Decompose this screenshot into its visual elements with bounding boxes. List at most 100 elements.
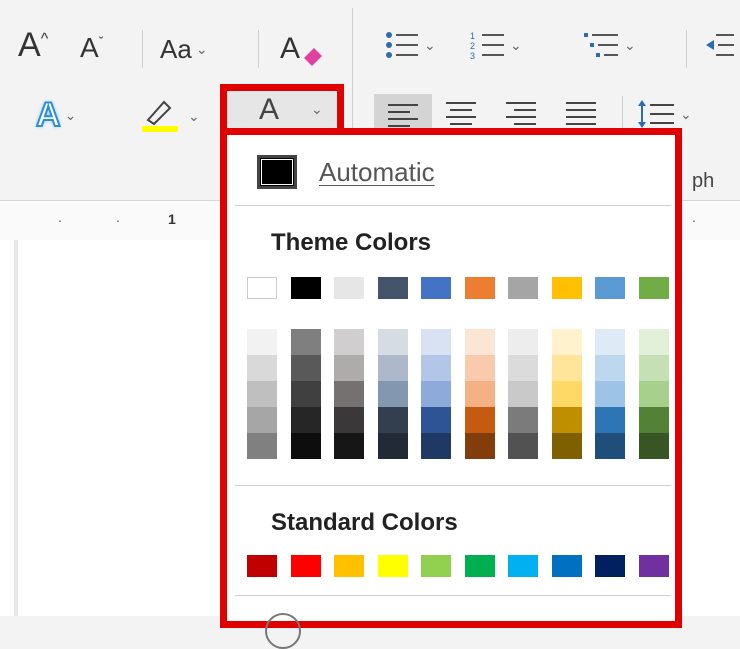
theme-shade-column xyxy=(508,329,538,459)
standard-color-swatch[interactable] xyxy=(638,555,669,577)
theme-color-swatch[interactable] xyxy=(290,277,321,299)
align-right-button[interactable] xyxy=(504,100,538,128)
theme-shade-swatch[interactable] xyxy=(334,329,364,355)
grow-font-button[interactable]: A^ xyxy=(18,26,48,65)
align-center-icon xyxy=(446,102,476,125)
theme-color-swatch[interactable] xyxy=(247,277,277,299)
justify-button[interactable] xyxy=(564,100,598,128)
ruler-mark: 1 xyxy=(168,211,176,227)
standard-color-swatch[interactable] xyxy=(508,555,538,577)
theme-shade-swatch[interactable] xyxy=(508,329,538,355)
theme-color-swatch[interactable] xyxy=(464,277,495,299)
theme-shade-column xyxy=(334,329,364,459)
theme-shade-swatch[interactable] xyxy=(595,355,625,381)
multilevel-list-button[interactable]: ⌄ xyxy=(584,30,636,60)
theme-shade-swatch[interactable] xyxy=(421,355,451,381)
theme-shade-swatch[interactable] xyxy=(508,355,538,381)
automatic-option[interactable]: Automatic xyxy=(257,155,435,189)
theme-shade-swatch[interactable] xyxy=(334,433,364,459)
theme-color-swatch[interactable] xyxy=(377,277,408,299)
theme-shade-column xyxy=(290,329,321,459)
theme-shade-swatch[interactable] xyxy=(508,407,538,433)
align-center-button[interactable] xyxy=(444,100,478,128)
theme-shade-swatch[interactable] xyxy=(377,355,408,381)
clear-formatting-button[interactable]: A xyxy=(278,28,324,68)
highlight-color-button[interactable]: ⌄ xyxy=(138,96,200,136)
theme-shade-swatch[interactable] xyxy=(638,329,669,355)
theme-shade-swatch[interactable] xyxy=(638,355,669,381)
theme-shade-swatch[interactable] xyxy=(595,407,625,433)
multilevel-list-icon xyxy=(584,33,618,57)
theme-shade-swatch[interactable] xyxy=(377,329,408,355)
theme-shade-swatch[interactable] xyxy=(377,433,408,459)
theme-shade-swatch[interactable] xyxy=(595,433,625,459)
standard-color-swatch[interactable] xyxy=(247,555,277,577)
line-spacing-button[interactable]: ⌄ xyxy=(636,98,692,130)
theme-shade-swatch[interactable] xyxy=(551,433,582,459)
theme-shade-swatch[interactable] xyxy=(551,355,582,381)
standard-color-swatch[interactable] xyxy=(421,555,451,577)
font-color-button[interactable]: A ⌄ xyxy=(220,84,344,134)
theme-shade-swatch[interactable] xyxy=(247,407,277,433)
theme-color-swatch[interactable] xyxy=(638,277,669,299)
svg-text:3: 3 xyxy=(470,51,475,60)
decrease-indent-button[interactable] xyxy=(704,30,734,60)
theme-shade-swatch[interactable] xyxy=(638,407,669,433)
change-case-button[interactable]: Aa ⌄ xyxy=(160,34,208,65)
theme-shade-swatch[interactable] xyxy=(464,407,495,433)
theme-shade-swatch[interactable] xyxy=(551,329,582,355)
theme-shade-swatch[interactable] xyxy=(247,329,277,355)
standard-color-swatch[interactable] xyxy=(595,555,625,577)
theme-shade-swatch[interactable] xyxy=(290,433,321,459)
theme-shade-swatch[interactable] xyxy=(377,381,408,407)
theme-shade-swatch[interactable] xyxy=(377,407,408,433)
theme-shade-swatch[interactable] xyxy=(508,381,538,407)
theme-shade-swatch[interactable] xyxy=(551,381,582,407)
theme-shade-swatch[interactable] xyxy=(595,329,625,355)
separator xyxy=(258,30,259,68)
theme-shade-swatch[interactable] xyxy=(421,433,451,459)
theme-color-swatch[interactable] xyxy=(551,277,582,299)
theme-shade-swatch[interactable] xyxy=(638,433,669,459)
svg-text:1: 1 xyxy=(470,31,475,41)
shrink-font-button[interactable]: Aˇ xyxy=(80,32,103,64)
theme-shade-swatch[interactable] xyxy=(247,355,277,381)
divider xyxy=(235,595,671,596)
theme-shade-swatch[interactable] xyxy=(421,381,451,407)
theme-color-swatch[interactable] xyxy=(595,277,625,299)
theme-color-swatch[interactable] xyxy=(508,277,538,299)
theme-shade-swatch[interactable] xyxy=(290,329,321,355)
theme-shade-swatch[interactable] xyxy=(464,355,495,381)
theme-shade-swatch[interactable] xyxy=(247,381,277,407)
theme-shade-swatch[interactable] xyxy=(508,433,538,459)
theme-shade-swatch[interactable] xyxy=(464,433,495,459)
theme-shade-swatch[interactable] xyxy=(247,433,277,459)
chevron-down-icon: ⌄ xyxy=(311,101,323,117)
standard-color-swatch[interactable] xyxy=(334,555,364,577)
theme-shade-swatch[interactable] xyxy=(551,407,582,433)
theme-shade-swatch[interactable] xyxy=(464,381,495,407)
theme-shade-swatch[interactable] xyxy=(334,381,364,407)
text-effects-button[interactable]: A ⌄ xyxy=(35,95,76,135)
standard-color-swatch[interactable] xyxy=(377,555,408,577)
theme-shade-swatch[interactable] xyxy=(464,329,495,355)
numbering-button[interactable]: 1 2 3 ⌄ xyxy=(470,30,522,60)
theme-shade-swatch[interactable] xyxy=(638,381,669,407)
standard-color-swatch[interactable] xyxy=(290,555,321,577)
theme-shade-swatch[interactable] xyxy=(421,407,451,433)
theme-color-swatch[interactable] xyxy=(334,277,364,299)
bullets-button[interactable]: ⌄ xyxy=(384,30,436,60)
theme-shade-column xyxy=(595,329,625,459)
theme-shade-swatch[interactable] xyxy=(290,381,321,407)
theme-shade-swatch[interactable] xyxy=(334,355,364,381)
standard-color-swatch[interactable] xyxy=(464,555,495,577)
theme-shade-swatch[interactable] xyxy=(290,407,321,433)
theme-shade-swatch[interactable] xyxy=(334,407,364,433)
theme-shade-swatch[interactable] xyxy=(595,381,625,407)
standard-color-swatch[interactable] xyxy=(551,555,582,577)
more-colors-icon[interactable] xyxy=(265,613,301,649)
theme-color-swatch[interactable] xyxy=(421,277,451,299)
ruler-mark: . xyxy=(58,209,62,225)
theme-shade-swatch[interactable] xyxy=(421,329,451,355)
theme-shade-swatch[interactable] xyxy=(290,355,321,381)
